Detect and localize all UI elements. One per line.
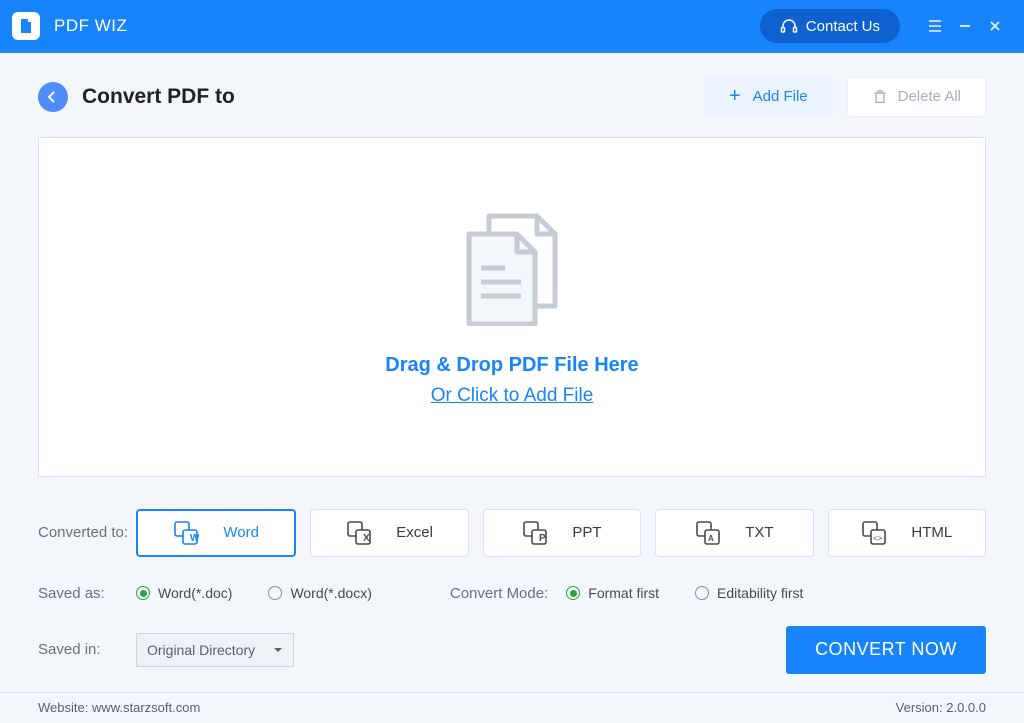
format-option-html[interactable]: <> HTML: [828, 509, 986, 557]
contact-us-button[interactable]: Contact Us: [760, 9, 900, 43]
dropzone[interactable]: Drag & Drop PDF File Here Or Click to Ad…: [38, 137, 986, 477]
convert-mode-group: Format first Editability first: [566, 585, 803, 601]
chevron-down-icon: [273, 645, 283, 655]
saved-as-label: Saved as:: [38, 585, 136, 602]
page-title: Convert PDF to: [82, 85, 704, 109]
format-label: Excel: [396, 524, 433, 541]
add-file-label: Add File: [753, 88, 808, 105]
footer-version: Version: 2.0.0.0: [896, 700, 986, 715]
radio-icon: [566, 586, 580, 600]
page-header: Convert PDF to + Add File Delete All: [38, 77, 986, 117]
format-option-ppt[interactable]: P PPT: [483, 509, 641, 557]
trash-icon: [872, 89, 888, 105]
format-option-excel[interactable]: X Excel: [310, 509, 468, 557]
title-bar: PDF WIZ Contact Us: [0, 0, 1024, 53]
saved-in-label: Saved in:: [38, 641, 136, 658]
add-file-button[interactable]: + Add File: [704, 77, 833, 117]
svg-text:X: X: [363, 533, 370, 544]
radio-icon: [268, 586, 282, 600]
arrow-left-icon: [46, 90, 60, 104]
documents-icon: [447, 206, 577, 326]
radio-icon: [695, 586, 709, 600]
format-label: HTML: [911, 524, 952, 541]
app-logo: [12, 12, 40, 40]
main-content: Convert PDF to + Add File Delete All Dra…: [0, 53, 1024, 692]
headset-icon: [780, 17, 798, 35]
convert-mode-editability-first[interactable]: Editability first: [695, 585, 803, 601]
saved-in-selected: Original Directory: [147, 642, 255, 658]
footer: Website: www.starzsoft.com Version: 2.0.…: [0, 692, 1024, 723]
saved-as-docx[interactable]: Word(*.docx): [268, 585, 371, 601]
convert-mode-label: Convert Mode:: [450, 585, 548, 602]
app-title: PDF WIZ: [54, 16, 760, 36]
minimize-button[interactable]: [950, 11, 980, 41]
contact-us-label: Contact Us: [806, 18, 880, 35]
close-button[interactable]: [980, 11, 1010, 41]
convert-now-button[interactable]: CONVERT NOW: [786, 626, 986, 674]
menu-button[interactable]: [920, 11, 950, 41]
back-button[interactable]: [38, 82, 68, 112]
dropzone-text-1: Drag & Drop PDF File Here: [385, 354, 638, 377]
format-label: PPT: [572, 524, 601, 541]
svg-text:P: P: [539, 533, 546, 544]
excel-icon: X: [346, 520, 372, 546]
delete-all-label: Delete All: [898, 88, 961, 105]
saved-as-option-label: Word(*.docx): [290, 585, 371, 601]
word-icon: W: [173, 520, 199, 546]
plus-icon: +: [729, 85, 741, 108]
svg-text:W: W: [190, 533, 199, 544]
svg-text:A: A: [708, 534, 714, 543]
format-option-word[interactable]: W Word: [136, 509, 296, 557]
convert-mode-format-first[interactable]: Format first: [566, 585, 659, 601]
format-options: W Word X Excel P PPT A TXT <> HTML: [136, 509, 986, 557]
txt-icon: A: [695, 520, 721, 546]
format-label: TXT: [745, 524, 773, 541]
converted-to-row: Converted to: W Word X Excel P PPT A TXT…: [38, 509, 986, 557]
dropzone-click-link[interactable]: Or Click to Add File: [431, 385, 594, 407]
convert-mode-option-label: Editability first: [717, 585, 803, 601]
svg-text:<>: <>: [873, 534, 883, 543]
footer-website: Website: www.starzsoft.com: [38, 700, 200, 715]
ppt-icon: P: [522, 520, 548, 546]
html-icon: <>: [861, 520, 887, 546]
saved-in-dropdown[interactable]: Original Directory: [136, 633, 294, 667]
radio-icon: [136, 586, 150, 600]
format-label: Word: [223, 524, 259, 541]
saved-in-row: Saved in: Original Directory CONVERT NOW: [38, 626, 986, 674]
delete-all-button[interactable]: Delete All: [847, 77, 986, 117]
converted-to-label: Converted to:: [38, 524, 136, 541]
saved-as-group: Word(*.doc) Word(*.docx): [136, 585, 372, 601]
format-option-txt[interactable]: A TXT: [655, 509, 813, 557]
convert-mode-option-label: Format first: [588, 585, 659, 601]
saved-as-doc[interactable]: Word(*.doc): [136, 585, 232, 601]
convert-mode-section: Convert Mode: Format first Editability f…: [450, 585, 804, 602]
saved-as-option-label: Word(*.doc): [158, 585, 232, 601]
options-row: Saved as: Word(*.doc) Word(*.docx) Conve…: [38, 585, 986, 602]
